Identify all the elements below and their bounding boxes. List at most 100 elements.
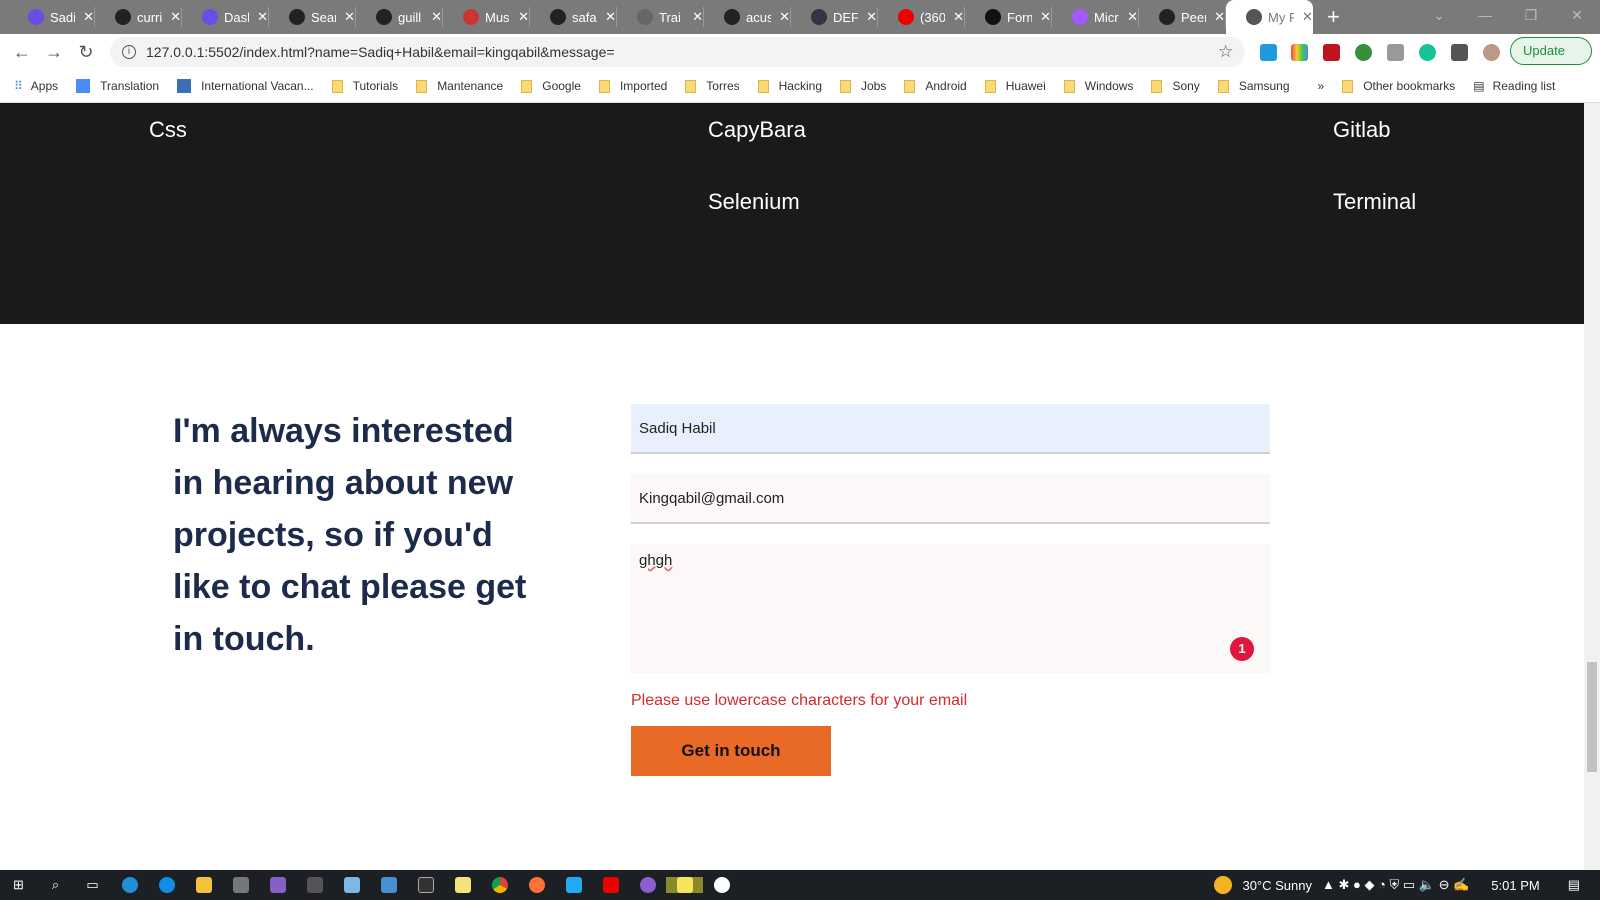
minimize-button[interactable]: — [1462,0,1508,30]
browser-tab[interactable]: Dash ✕ [182,7,269,27]
more-bookmarks-button[interactable]: » [1318,79,1325,93]
edge-icon[interactable] [111,877,148,893]
tab-close-icon[interactable]: ✕ [866,9,877,25]
forward-button[interactable]: → [38,42,70,63]
bookmark-item[interactable]: Huawei [984,79,1046,93]
tab-close-icon[interactable]: ✕ [431,9,442,25]
keyboard-icon[interactable] [370,877,407,893]
tab-close-icon[interactable]: ✕ [605,9,616,25]
bookmark-item[interactable]: Mantenance [416,79,503,93]
bookmark-item[interactable]: Samsung [1217,79,1290,93]
bookmark-item[interactable]: Tutorials [331,79,398,93]
bookmark-item[interactable]: Sony [1151,79,1200,93]
sticky-app-icon[interactable] [666,877,703,893]
calculator-icon[interactable] [222,877,259,893]
notes-icon[interactable] [444,877,481,893]
message-textarea[interactable]: ghgh [631,544,1270,673]
weather-sun-icon[interactable] [1214,876,1233,894]
new-tab-button[interactable]: + [1327,4,1340,30]
update-button[interactable]: Update ⋮ [1510,37,1592,84]
grammarly-badge[interactable]: 1 [1230,637,1254,661]
other-bookmarks[interactable]: Other bookmarks [1342,79,1455,93]
back-button[interactable]: ← [6,42,38,63]
email-input[interactable] [631,474,1270,524]
extensions-puzzle-icon[interactable] [1451,44,1468,61]
tab-search-icon[interactable]: ⌄ [1416,0,1462,30]
scrollbar-thumb[interactable] [1587,662,1597,772]
close-window-button[interactable]: ✕ [1554,0,1600,30]
tab-close-icon[interactable]: ✕ [257,9,268,25]
browser-tab[interactable]: safa ✕ [530,7,617,27]
bookmark-item[interactable]: Jobs [840,79,886,93]
browser-tab[interactable]: Sear ✕ [269,7,356,27]
bookmark-star-icon[interactable]: ☆ [1218,42,1233,62]
bookmark-item[interactable]: Google [521,79,581,93]
bookmark-item[interactable]: Android [904,79,967,93]
extension-icon[interactable] [1291,44,1308,61]
browser-tab[interactable]: Sadiq ✕ [8,7,95,27]
tab-close-icon[interactable]: ✕ [170,9,181,25]
grammarly-icon[interactable] [1419,44,1436,61]
browser-tab[interactable]: curri ✕ [95,7,182,27]
bookmark-item[interactable]: Torres [685,79,740,93]
tab-close-icon[interactable]: ✕ [1302,9,1313,25]
tab-close-icon[interactable]: ✕ [692,9,703,25]
name-input[interactable] [631,404,1270,454]
extension-icon[interactable] [1260,44,1277,61]
page-scrollbar[interactable] [1584,103,1600,870]
slack-icon[interactable] [703,877,740,893]
address-bar[interactable]: i 127.0.0.1:5502/index.html?name=Sadiq+H… [110,37,1245,67]
browser-tab[interactable]: Trai ✕ [617,7,704,27]
tab-close-icon[interactable]: ✕ [344,9,355,25]
chrome-icon[interactable] [481,877,518,893]
notifications-icon[interactable]: ▤ [1568,877,1580,893]
browser-tab[interactable]: Form ✕ [965,7,1052,27]
bookmark-item[interactable]: Hacking [757,79,822,93]
file-explorer-icon[interactable] [185,877,222,893]
reload-button[interactable]: ↻ [70,42,102,63]
youtube-icon[interactable] [592,877,629,893]
site-info-icon[interactable]: i [122,45,136,59]
bookmark-item[interactable]: Translation [76,79,159,93]
reading-list[interactable]: ▤ Reading list [1473,79,1555,93]
idm-extension-icon[interactable] [1355,44,1372,61]
camera-extension-icon[interactable] [1387,44,1404,61]
tab-close-icon[interactable]: ✕ [1127,9,1138,25]
bookmark-item[interactable]: International Vacan... [177,79,314,93]
browser-tab[interactable]: Mus ✕ [443,7,530,27]
profile-avatar[interactable] [1483,44,1500,61]
browser-tab[interactable]: DEF ✕ [791,7,878,27]
github-desktop-icon[interactable] [629,877,666,893]
bookmark-item[interactable]: Windows [1063,79,1133,93]
notepad-icon[interactable] [333,877,370,893]
tab-close-icon[interactable]: ✕ [1040,9,1051,25]
tab-close-icon[interactable]: ✕ [779,9,790,25]
start-button[interactable]: ⊞ [0,877,37,893]
pdf-extension-icon[interactable] [1323,44,1340,61]
bookmark-item[interactable]: Imported [598,79,667,93]
teamviewer-icon[interactable] [148,877,185,893]
browser-tab[interactable]: Peer ✕ [1139,7,1226,27]
firefox-icon[interactable] [518,877,555,893]
tab-close-icon[interactable]: ✕ [83,9,94,25]
browser-tab[interactable]: (360 ✕ [878,7,965,27]
task-view-icon[interactable]: ▭ [74,877,111,893]
vscode-icon[interactable] [555,877,592,893]
tab-close-icon[interactable]: ✕ [953,9,964,25]
browser-tab[interactable]: My P ✕ [1226,0,1313,34]
browser-tab[interactable]: guill ✕ [356,7,443,27]
restore-button[interactable]: ❐ [1508,0,1554,30]
clock[interactable]: 5:01 PM [1491,878,1539,893]
tray-icons[interactable]: ▲ ✱ ● ◆ ◔ ⛨ ▭ 🔈 ⊖ ✍ [1322,877,1469,893]
browser-tab[interactable]: acus ✕ [704,7,791,27]
get-in-touch-button[interactable]: Get in touch [631,726,831,776]
tab-close-icon[interactable]: ✕ [518,9,529,25]
weather-text[interactable]: 30°C Sunny [1242,878,1312,893]
search-icon[interactable]: ⌕ [37,877,74,893]
app-icon[interactable] [296,877,333,893]
visual-studio-icon[interactable] [259,877,296,893]
browser-tab[interactable]: Micr ✕ [1052,7,1139,27]
terminal-icon[interactable] [407,877,444,893]
tab-close-icon[interactable]: ✕ [1214,9,1225,25]
bookmark-item[interactable]: ⠿ Apps [14,79,58,93]
